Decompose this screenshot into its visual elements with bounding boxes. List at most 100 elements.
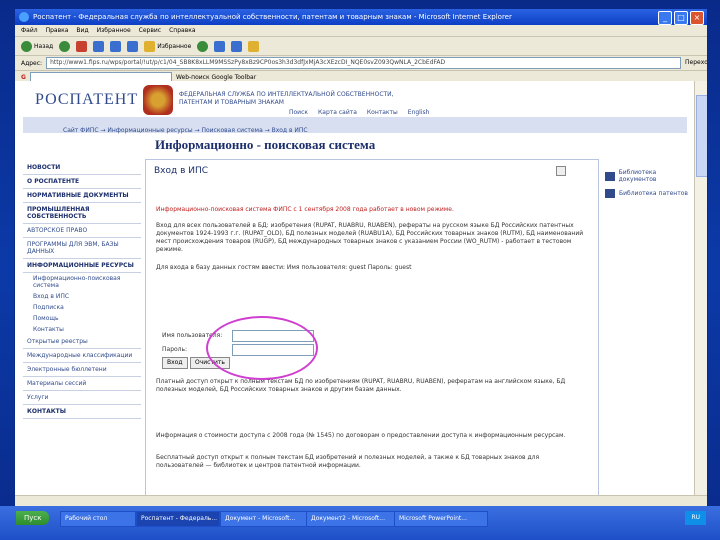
search-icon xyxy=(127,40,139,52)
left-menu-industrial[interactable]: ПРОМЫШЛЕННАЯ СОБСТВЕННОСТЬ xyxy=(23,203,141,224)
back-label: Назад xyxy=(34,42,54,50)
topnav-english[interactable]: English xyxy=(408,109,430,116)
forward-button[interactable] xyxy=(59,40,71,52)
left-submenu-ips[interactable]: Информационно-поисковая система xyxy=(23,273,141,291)
folder-icon xyxy=(248,40,260,52)
go-button[interactable]: Переход xyxy=(685,58,707,68)
left-menu-registers[interactable]: Открытые реестры xyxy=(23,335,141,349)
forward-arrow-icon xyxy=(59,40,71,52)
notice-text: Информационно-поисковая система ФИПС с 1… xyxy=(156,206,454,213)
site-header: РОСПАТЕНТ ФЕДЕРАЛЬНАЯ СЛУЖБА ПО ИНТЕЛЛЕК… xyxy=(15,81,695,119)
google-logo-icon: G xyxy=(21,73,26,81)
back-arrow-icon xyxy=(21,40,32,52)
close-button[interactable]: × xyxy=(690,11,704,25)
left-submenu-login[interactable]: Вход в ИПС xyxy=(23,291,141,302)
left-submenu-help[interactable]: Помощь xyxy=(23,313,141,324)
password-input[interactable] xyxy=(232,344,314,356)
fees-text: Информация о стоимости доступа с 2008 го… xyxy=(156,432,566,439)
minimize-button[interactable]: _ xyxy=(658,11,672,25)
ie-icon xyxy=(19,12,29,22)
folder-button[interactable] xyxy=(248,40,260,52)
task-powerpoint[interactable]: Microsoft PowerPoint... xyxy=(394,511,488,527)
login-button[interactable]: Вход xyxy=(162,357,188,369)
window-controls: _ □ × xyxy=(658,11,704,25)
history-icon xyxy=(197,40,209,52)
panel-title: Вход в ИПС xyxy=(154,166,209,176)
back-button[interactable]: Назад xyxy=(21,40,54,52)
maximize-button[interactable]: □ xyxy=(674,11,688,25)
history-button[interactable] xyxy=(197,40,209,52)
mail-button[interactable] xyxy=(214,40,226,52)
left-menu-classifications[interactable]: Международные классификации xyxy=(23,349,141,363)
left-menu-sessions[interactable]: Материалы сессий xyxy=(23,377,141,391)
clear-button[interactable]: Очистить xyxy=(190,357,230,369)
window-title: Роспатент - Федеральная служба по интелл… xyxy=(33,13,512,21)
topnav-search[interactable]: Поиск xyxy=(289,109,308,116)
browser-window: Роспатент - Федеральная служба по интелл… xyxy=(14,8,708,513)
page-title: Информационно - поисковая система xyxy=(155,137,376,152)
left-submenu-contacts[interactable]: Контакты xyxy=(23,324,141,335)
top-nav: Поиск Карта сайта Контакты English xyxy=(289,109,429,116)
task-document1[interactable]: Документ - Microsoft... xyxy=(220,511,308,527)
topnav-contacts[interactable]: Контакты xyxy=(367,109,398,116)
taskbar: Пуск Рабочий стол Роспатент - Федераль..… xyxy=(0,506,720,540)
address-input[interactable]: http://www1.fips.ru/wps/portal/!ut/p/c1/… xyxy=(46,57,681,69)
login-panel: Вход в ИПС Информационно-поисковая систе… xyxy=(145,159,599,496)
right-link-docs-label: Библиотека документов xyxy=(618,169,657,183)
search-button[interactable] xyxy=(127,40,139,52)
right-link-docs[interactable]: Библиотека документов xyxy=(605,169,693,183)
favorites-button[interactable]: Избранное xyxy=(144,40,192,52)
task-rospatent[interactable]: Роспатент - Федераль... xyxy=(136,511,220,527)
toolbar: Назад Избранное xyxy=(15,37,707,56)
vertical-scrollbar[interactable] xyxy=(694,81,707,496)
left-submenu-subscription[interactable]: Подписка xyxy=(23,302,141,313)
start-button[interactable]: Пуск xyxy=(16,511,50,525)
home-button[interactable] xyxy=(110,40,122,52)
breadcrumb[interactable]: Сайт ФИПС → Информационные ресурсы → Пои… xyxy=(63,127,308,134)
left-menu-news[interactable]: НОВОСТИ xyxy=(23,161,141,175)
print-button[interactable] xyxy=(231,40,243,52)
menu-tools[interactable]: Сервис xyxy=(139,25,161,36)
print-icon[interactable] xyxy=(556,166,566,176)
scrollbar-thumb[interactable] xyxy=(696,95,707,177)
stop-icon xyxy=(76,40,88,52)
left-menu-services[interactable]: Услуги xyxy=(23,391,141,405)
refresh-icon xyxy=(93,40,105,52)
address-label: Адрес: xyxy=(21,59,43,67)
favorites-label: Избранное xyxy=(157,42,192,50)
left-menu-resources[interactable]: ИНФОРМАЦИОННЫЕ РЕСУРСЫ xyxy=(23,259,141,273)
printer-icon xyxy=(231,40,243,52)
intro-text: Вход для всех пользователей в БД: изобре… xyxy=(156,222,584,253)
right-link-patents[interactable]: Библиотека патентов xyxy=(605,189,693,198)
paid-access-text: Платный доступ открыт к полным текстам Б… xyxy=(156,378,566,393)
left-menu-software[interactable]: ПРОГРАММЫ ДЛЯ ЭВМ, БАЗЫ ДАННЫХ xyxy=(23,238,141,259)
username-input[interactable] xyxy=(232,330,314,342)
menu-bar: Файл Правка Вид Избранное Сервис Справка xyxy=(15,25,707,37)
right-links: Библиотека документов Библиотека патенто… xyxy=(605,169,693,204)
task-desktop[interactable]: Рабочий стол xyxy=(60,511,136,527)
left-menu-bulletins[interactable]: Электронные бюллетени xyxy=(23,363,141,377)
window-titlebar: Роспатент - Федеральная служба по интелл… xyxy=(15,9,707,25)
home-icon xyxy=(110,40,122,52)
system-tray[interactable]: RU xyxy=(685,511,706,525)
menu-help[interactable]: Справка xyxy=(169,25,195,36)
left-menu-about[interactable]: О РОСПАТЕНТЕ xyxy=(23,175,141,189)
left-menu-copyright[interactable]: АВТОРСКОЕ ПРАВО xyxy=(23,224,141,238)
username-label: Имя пользователя: xyxy=(162,332,223,339)
menu-edit[interactable]: Правка xyxy=(46,25,69,36)
menu-favorites[interactable]: Избранное xyxy=(97,25,131,36)
menu-file[interactable]: Файл xyxy=(21,25,38,36)
guest-intro-text: Для входа в базу данных гостям ввести: И… xyxy=(156,264,412,271)
agency-name: ФЕДЕРАЛЬНАЯ СЛУЖБА ПО ИНТЕЛЛЕКТУАЛЬНОЙ С… xyxy=(179,91,394,106)
emblem-icon xyxy=(143,85,173,115)
password-label: Пароль: xyxy=(162,346,188,353)
site-logo[interactable]: РОСПАТЕНТ xyxy=(35,91,138,109)
stop-button[interactable] xyxy=(76,40,88,52)
links-text: Web-поиск Google Toolbar xyxy=(175,73,257,81)
left-menu-normative[interactable]: НОРМАТИВНЫЕ ДОКУМЕНТЫ xyxy=(23,189,141,203)
refresh-button[interactable] xyxy=(93,40,105,52)
task-document2[interactable]: Документ2 - Microsoft... xyxy=(306,511,396,527)
topnav-sitemap[interactable]: Карта сайта xyxy=(318,109,357,116)
menu-view[interactable]: Вид xyxy=(76,25,88,36)
left-menu-contacts[interactable]: КОНТАКТЫ xyxy=(23,405,141,419)
